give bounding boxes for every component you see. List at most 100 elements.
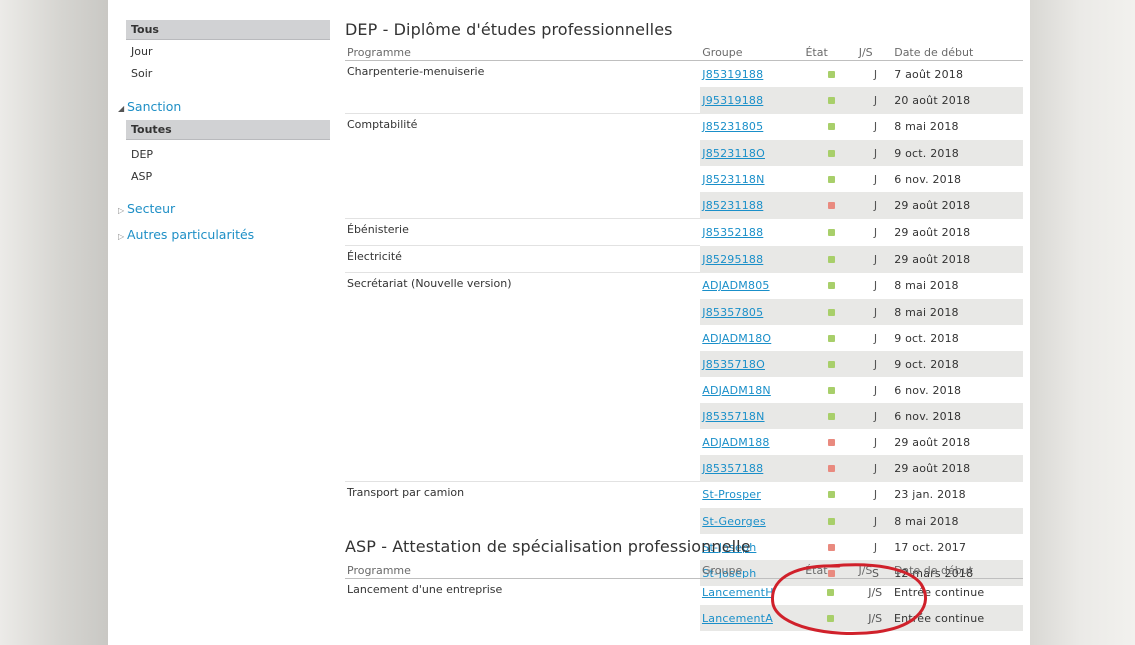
group-link[interactable]: J85357805 — [702, 306, 763, 319]
column-header-groupe: Groupe — [699, 562, 804, 579]
group-link[interactable]: J8535718N — [702, 410, 764, 423]
column-header-js: J/S — [856, 44, 893, 61]
start-date-cell: 29 août 2018 — [894, 435, 971, 449]
start-date-cell: 9 oct. 2018 — [894, 331, 959, 345]
start-date-cell: 23 jan. 2018 — [894, 488, 966, 502]
table-row: ADJADM18O J 9 oct. 2018 — [345, 325, 1023, 351]
filter-group-secteur[interactable]: ▷ Secteur — [118, 200, 175, 218]
filter-group-label: Secteur — [127, 201, 176, 216]
group-link[interactable]: LancementA — [702, 612, 773, 625]
group-cell: J85295188 — [700, 245, 804, 273]
group-link[interactable]: J85357188 — [702, 462, 763, 475]
status-indicator-icon — [827, 175, 835, 183]
start-date-cell: 8 mai 2018 — [894, 279, 959, 293]
start-date-cell: 29 août 2018 — [892, 455, 1023, 482]
table-header-row: Programme Groupe État J/S Date de début — [345, 44, 1023, 61]
group-link[interactable]: St-Prosper — [702, 488, 761, 501]
group-link[interactable]: J85295188 — [702, 253, 763, 266]
start-date-cell: 8 mai 2018 — [894, 120, 959, 134]
status-cell — [803, 61, 856, 88]
filter-sanction-toutes[interactable]: Toutes — [126, 120, 330, 140]
status-cell — [803, 245, 857, 273]
collapsed-triangle-icon: ▷ — [118, 206, 125, 215]
start-date-cell: 29 août 2018 — [894, 225, 971, 239]
schedule-cell: J — [873, 67, 878, 81]
filter-horaire-soir[interactable]: Soir — [126, 64, 330, 84]
group-cell: J85231805 — [700, 114, 803, 141]
status-indicator-icon — [827, 70, 835, 78]
start-date-cell: 17 oct. 2017 — [894, 540, 967, 554]
expanded-triangle-icon: ◢ — [118, 104, 125, 113]
status-cell — [803, 192, 857, 219]
group-link[interactable]: ADJADM805 — [702, 279, 769, 292]
group-link[interactable]: J85319188 — [702, 68, 763, 81]
group-link[interactable]: J8523118O — [702, 147, 765, 160]
filter-group-sanction[interactable]: ◢ Sanction — [118, 98, 181, 116]
status-cell — [803, 534, 856, 560]
schedule-cell: J — [873, 331, 878, 345]
start-date-cell: Entrée continue — [891, 605, 1023, 631]
start-date-cell: 20 août 2018 — [892, 87, 1023, 114]
table-row: J85231188 J 29 août 2018 — [345, 192, 1023, 219]
group-link[interactable]: St-Georges — [702, 515, 766, 528]
status-cell — [803, 273, 856, 300]
group-cell: J85357805 — [700, 299, 804, 325]
filter-sanction-dep[interactable]: DEP — [126, 145, 330, 165]
status-indicator-icon — [827, 96, 835, 104]
filter-group-label: Sanction — [127, 99, 182, 114]
schedule-cell: J — [856, 455, 893, 482]
column-header-programme: Programme — [345, 562, 700, 579]
start-date-cell: Entrée continue — [893, 585, 985, 599]
program-name — [345, 429, 700, 455]
status-indicator-icon — [827, 255, 835, 263]
group-link[interactable]: ADJADM188 — [702, 436, 769, 449]
table-row: J85357805 J 8 mai 2018 — [345, 299, 1023, 325]
schedule-cell: J — [856, 140, 893, 166]
status-cell — [803, 299, 857, 325]
group-link[interactable]: ADJADM18O — [702, 332, 771, 345]
program-name — [345, 455, 700, 482]
status-cell — [803, 508, 857, 534]
filter-group-autres[interactable]: ▷ Autres particularités — [118, 226, 254, 244]
start-date-cell: 29 août 2018 — [892, 192, 1023, 219]
group-cell: LancementA — [699, 605, 804, 631]
status-indicator-icon — [827, 334, 835, 342]
start-date-cell: 6 nov. 2018 — [894, 172, 962, 186]
start-date-cell: 7 août 2018 — [894, 67, 964, 81]
group-cell: ADJADM805 — [700, 273, 803, 300]
status-indicator-icon — [827, 123, 835, 131]
filter-horaire-jour[interactable]: Jour — [126, 42, 330, 62]
schedule-cell: J/S — [868, 585, 883, 599]
filter-horaire-tous[interactable]: Tous — [126, 20, 330, 40]
table-row: LancementA J/S Entrée continue — [345, 605, 1023, 631]
status-indicator-icon — [827, 282, 835, 290]
status-indicator-icon — [827, 438, 835, 446]
group-link[interactable]: J85231805 — [702, 120, 763, 133]
schedule-cell: J — [856, 403, 893, 429]
collapsed-triangle-icon: ▷ — [118, 232, 125, 241]
group-cell: ADJADM188 — [700, 429, 803, 455]
schedule-cell: J — [873, 172, 878, 186]
group-link[interactable]: J85231188 — [702, 199, 763, 212]
status-cell — [803, 140, 857, 166]
group-link[interactable]: ADJADM18N — [702, 384, 771, 397]
status-indicator-icon — [827, 386, 835, 394]
group-link[interactable]: J8535718O — [702, 358, 765, 371]
group-link[interactable]: J95319188 — [702, 94, 763, 107]
status-indicator-icon — [827, 308, 835, 316]
start-date-cell: 6 nov. 2018 — [892, 403, 1023, 429]
status-cell — [803, 605, 857, 631]
status-cell — [803, 219, 856, 246]
asp-programs-table: Programme Groupe État J/S Date de début … — [345, 562, 1023, 631]
group-link[interactable]: LancementH — [702, 586, 774, 599]
filter-sanction-asp[interactable]: ASP — [126, 167, 330, 187]
group-link[interactable]: J8523118N — [702, 173, 764, 186]
group-cell: J85231188 — [700, 192, 804, 219]
group-link[interactable]: J85352188 — [702, 226, 763, 239]
table-row: Comptabilité J85231805 J 8 mai 2018 — [345, 113, 1023, 141]
status-indicator-icon — [827, 464, 835, 472]
schedule-cell: J — [856, 245, 893, 273]
group-cell: St-Prosper — [700, 482, 803, 509]
status-indicator-icon — [827, 614, 835, 622]
program-name — [345, 140, 700, 166]
